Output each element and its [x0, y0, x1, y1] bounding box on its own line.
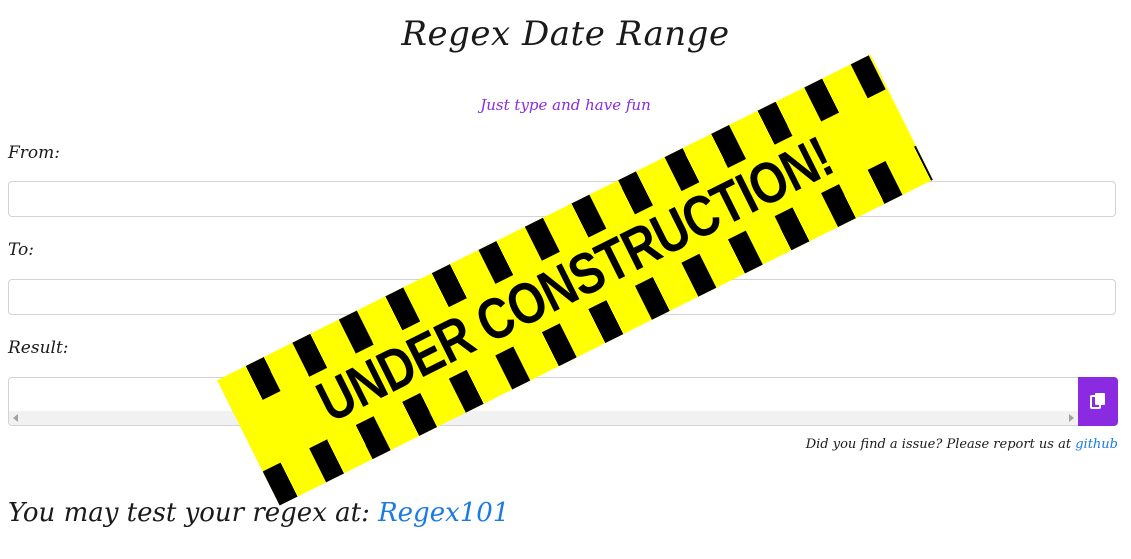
scroll-left-icon[interactable] [13, 414, 18, 422]
report-line: Did you find a issue? Please report us a… [806, 437, 1118, 452]
subtitle: Just type and have fun [480, 96, 651, 114]
scroll-right-icon[interactable] [1069, 414, 1074, 422]
test-line: You may test your regex at: Regex101 [8, 498, 509, 528]
result-textarea[interactable] [9, 378, 1078, 411]
to-label: To: [8, 240, 34, 260]
result-field [8, 377, 1078, 426]
page-title: Regex Date Range [401, 14, 730, 54]
result-label: Result: [8, 338, 69, 358]
from-label: From: [8, 143, 61, 163]
test-text: You may test your regex at: [8, 498, 379, 528]
copy-icon [1090, 393, 1105, 409]
copy-button[interactable] [1078, 377, 1118, 426]
regex101-link[interactable]: Regex101 [378, 498, 509, 528]
report-text: Did you find a issue? Please report us a… [805, 437, 1076, 452]
horizontal-scrollbar[interactable] [9, 411, 1078, 425]
github-link[interactable]: github [1075, 437, 1118, 452]
